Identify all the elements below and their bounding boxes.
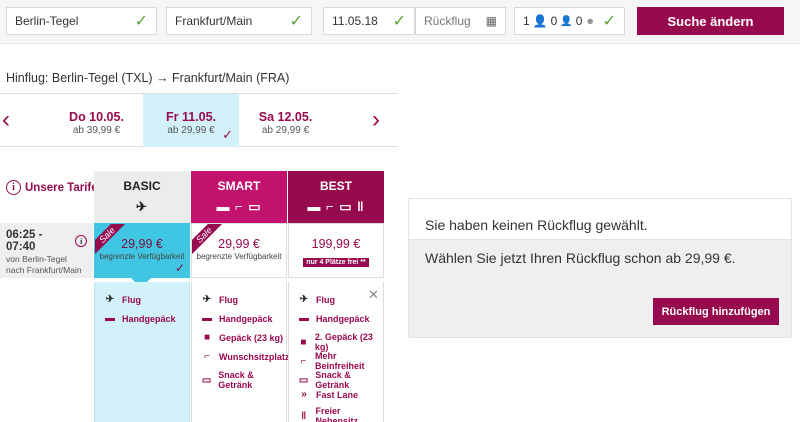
- date-selector: ‹ Do 10.05. ab 39,99 € Fr 11.05. ab 29,9…: [0, 93, 398, 147]
- check-icon: ✓: [392, 13, 406, 30]
- checkmark-icon: ✓: [222, 127, 233, 142]
- features-smart: ✈ Flug ▬ Handgepäck ■ Gepäck (23 kg) ⌐ Wunsc…: [191, 282, 290, 422]
- info-icon: i: [6, 180, 21, 195]
- infant-icon: ☻: [585, 16, 595, 26]
- date-option-selected[interactable]: Fr 11.05. ab 29,99 € ✓: [143, 94, 239, 147]
- feature-label: Snack & Getränk: [218, 370, 254, 390]
- best-features-icons: ▬ ⌐ ▭ ‖: [307, 199, 365, 214]
- date-label: Sa 12.05.: [258, 110, 313, 124]
- date-price: ab 29,99 €: [261, 125, 310, 136]
- price-value: 199,99 €: [311, 237, 361, 251]
- checkmark-icon: ✓: [174, 261, 185, 275]
- plane-icon: ✈: [105, 294, 115, 305]
- search-bar: Berlin-Tegel ✓ Frankfurt/Main ✓ 11.05.18…: [0, 0, 800, 44]
- fast-lane-icon: »: [301, 389, 307, 400]
- feature-label: Snack & Getränk: [315, 370, 351, 390]
- chevron-right-icon[interactable]: ›: [372, 106, 380, 134]
- seat-icon: ⌐: [204, 351, 210, 362]
- availability-note: begrenzte Verfügbarkeit: [196, 252, 282, 261]
- date-label: Do 10.05.: [69, 110, 124, 124]
- plane-icon: ✈: [202, 294, 212, 305]
- date-option[interactable]: Sa 12.05. ab 29,99 €: [239, 94, 332, 147]
- tariff-name: BEST: [319, 179, 352, 193]
- destination-field[interactable]: Frankfurt/Main ✓: [166, 7, 312, 35]
- route-title: Hinflug: Berlin-Tegel (TXL) → Frankfurt/…: [6, 71, 290, 85]
- passenger-field[interactable]: 1 👤 0 👤 0 ☻ ✓: [514, 7, 625, 35]
- date-field[interactable]: 11.05.18 ✓: [323, 7, 415, 35]
- return-date-field[interactable]: Rückflug ▦: [415, 7, 506, 35]
- adult-icon: 👤: [532, 14, 548, 28]
- flight-time: 06:25 - 07:40: [6, 229, 43, 253]
- bag-icon: ▬: [202, 313, 212, 324]
- feature-label: Freier Nebensitz: [315, 406, 359, 422]
- snack-icon: ▭: [201, 374, 212, 386]
- return-placeholder: Rückflug: [424, 14, 471, 28]
- feature-label: Wunschsitzplatz: [219, 351, 290, 362]
- close-icon[interactable]: ✕: [368, 287, 379, 303]
- child-icon: 👤: [560, 15, 573, 27]
- snack-icon: ▭: [298, 374, 309, 386]
- date-label: Fr 11.05.: [165, 110, 217, 124]
- free-seat-icon: ‖: [301, 410, 307, 422]
- return-title: Sie haben keinen Rückflug gewählt.: [425, 217, 648, 233]
- destination-value: Frankfurt/Main: [175, 14, 253, 28]
- chevron-left-icon[interactable]: ‹: [2, 106, 10, 134]
- return-flight-box: Sie haben keinen Rückflug gewählt. Wähle…: [408, 198, 792, 338]
- features-basic: ✈ Flug ▬ Handgepäck: [94, 282, 190, 422]
- feature-label: Handgepäck: [316, 313, 370, 324]
- flight-to: nach Frankfurt/Main: [6, 265, 82, 275]
- luggage-icon: ■: [300, 336, 307, 348]
- tariffs-link-label: Unsere Tarife: [25, 181, 98, 194]
- children-count: 0: [550, 14, 558, 28]
- check-icon: ✓: [602, 13, 616, 30]
- change-search-button[interactable]: Suche ändern: [637, 7, 784, 35]
- flight-info: 06:25 - 07:40 i von Berlin-Tegel nach Fra…: [0, 223, 93, 278]
- tariff-header-best: BEST ▬ ⌐ ▭ ‖: [288, 171, 384, 223]
- adults-count: 1: [523, 14, 530, 28]
- origin-value: Berlin-Tegel: [15, 14, 79, 28]
- calendar-icon: ▦: [485, 14, 497, 28]
- check-icon: ✓: [134, 13, 148, 30]
- date-value: 11.05.18: [332, 14, 378, 28]
- tariffs-info-link[interactable]: i Unsere Tarife: [6, 180, 98, 195]
- seats-left-badge: nur 4 Plätze frei **: [303, 258, 369, 267]
- bag-icon: ▬: [299, 313, 309, 324]
- plane-icon: ✈: [299, 294, 309, 305]
- add-return-flight-button[interactable]: Rückflug hinzufügen: [653, 298, 779, 325]
- date-price: ab 39,99 €: [72, 125, 121, 136]
- info-icon[interactable]: i: [75, 235, 87, 247]
- flight-from: von Berlin-Tegel: [6, 254, 67, 264]
- plane-icon: ✈: [136, 199, 148, 214]
- infants-count: 0: [575, 14, 583, 28]
- tariff-header-basic: BASIC ✈: [94, 171, 190, 223]
- feature-label: Fast Lane: [316, 389, 359, 400]
- feature-label: Flug: [219, 294, 238, 305]
- tariff-name: BASIC: [123, 179, 161, 193]
- feature-label: 2. Gepäck (23 kg): [314, 332, 373, 352]
- feature-label: Handgepäck: [122, 313, 176, 324]
- price-cell-smart[interactable]: Sale 29,99 € begrenzte Verfügbarkeit: [191, 223, 287, 278]
- feature-label: Gepäck (23 kg): [219, 332, 284, 343]
- luggage-icon: ■: [203, 332, 211, 343]
- tariff-name: SMART: [217, 179, 261, 193]
- availability-note: begrenzte Verfügbarkeit: [99, 252, 185, 261]
- features-best: ✈ Flug ▬ Handgepäck ■ 2. Gepäck (23 kg) ⌐ Me…: [288, 282, 384, 422]
- feature-label: Mehr Beinfreiheit: [314, 351, 365, 371]
- origin-field[interactable]: Berlin-Tegel ✓: [6, 7, 157, 35]
- feature-label: Flug: [316, 294, 335, 305]
- bag-icon: ▬: [105, 313, 115, 324]
- feature-label: Flug: [122, 294, 141, 305]
- smart-features-icons: ▬ ⌐ ▭: [216, 199, 262, 214]
- page: Berlin-Tegel ✓ Frankfurt/Main ✓ 11.05.18…: [0, 0, 800, 422]
- return-text: Wählen Sie jetzt Ihren Rückflug schon ab…: [425, 250, 736, 266]
- legroom-icon: ⌐: [300, 355, 307, 367]
- check-icon: ✓: [289, 13, 303, 30]
- date-option[interactable]: Do 10.05. ab 39,99 €: [50, 94, 143, 147]
- tariff-header-smart: SMART ▬ ⌐ ▭: [191, 171, 287, 223]
- price-cell-best[interactable]: 199,99 € nur 4 Plätze frei **: [288, 223, 384, 278]
- feature-label: Handgepäck: [219, 313, 273, 324]
- price-cell-basic[interactable]: Sale 29,99 € begrenzte Verfügbarkeit ✓: [94, 223, 190, 278]
